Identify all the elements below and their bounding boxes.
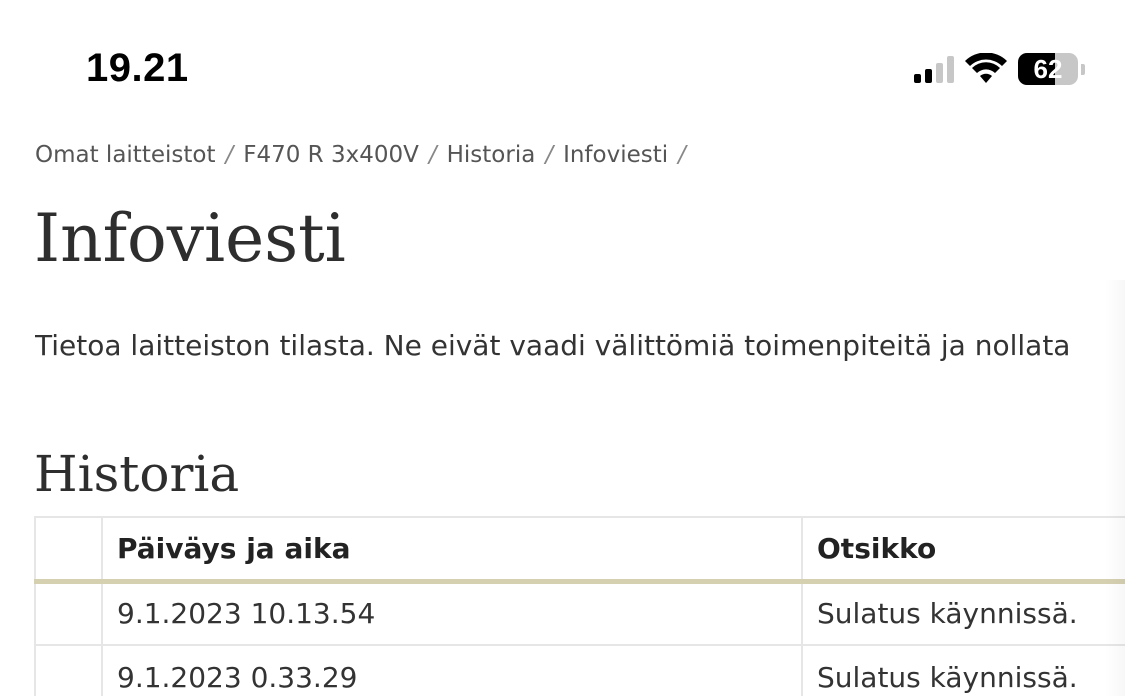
row-date: 9.1.2023 10.13.54 — [101, 580, 803, 646]
page-description: Tietoa laitteiston tilasta. Ne eivät vaa… — [35, 329, 1071, 362]
table-row[interactable]: 9.1.2023 0.33.29 Sulatus käynnissä. — [34, 644, 1125, 696]
row-title[interactable]: Sulatus käynnissä. — [801, 644, 1125, 696]
cellular-signal-icon — [914, 55, 954, 83]
breadcrumb-separator: / — [225, 142, 234, 168]
row-date: 9.1.2023 0.33.29 — [101, 644, 803, 696]
table-row[interactable]: 9.1.2023 10.13.54 Sulatus käynnissä. — [34, 580, 1125, 646]
breadcrumb: Omat laitteistot / F470 R 3x400V / Histo… — [35, 142, 696, 168]
breadcrumb-item-historia[interactable]: Historia — [447, 142, 536, 168]
history-section-title: Historia — [34, 445, 240, 503]
breadcrumb-item-infoviesti[interactable]: Infoviesti — [563, 142, 668, 168]
history-table: Päiväys ja aika Otsikko 9.1.2023 10.13.5… — [34, 516, 1125, 696]
column-header-date[interactable]: Päiväys ja aika — [101, 516, 803, 584]
status-icons: 62 — [914, 51, 1085, 87]
table-header-row: Päiväys ja aika Otsikko — [34, 516, 1125, 584]
breadcrumb-separator: / — [545, 142, 554, 168]
row-title[interactable]: Sulatus käynnissä. — [801, 580, 1125, 646]
breadcrumb-item-device[interactable]: F470 R 3x400V — [243, 142, 419, 168]
breadcrumb-item-omat-laitteistot[interactable]: Omat laitteistot — [35, 142, 215, 168]
scroll-edge-shadow — [1105, 280, 1125, 696]
breadcrumb-separator: / — [428, 142, 437, 168]
page: 19.21 62 Omat laitteistot / F470 R 3x400… — [0, 0, 1125, 696]
status-time: 19.21 — [86, 46, 189, 90]
breadcrumb-separator: / — [678, 142, 686, 168]
column-header-blank — [34, 516, 103, 584]
battery-icon: 62 — [1018, 53, 1085, 85]
battery-level: 62 — [1018, 53, 1078, 85]
page-title: Infoviesti — [34, 200, 346, 277]
row-cell-blank — [34, 580, 103, 646]
row-cell-blank — [34, 644, 103, 696]
wifi-icon — [965, 53, 1007, 83]
column-header-title[interactable]: Otsikko — [801, 516, 1125, 584]
